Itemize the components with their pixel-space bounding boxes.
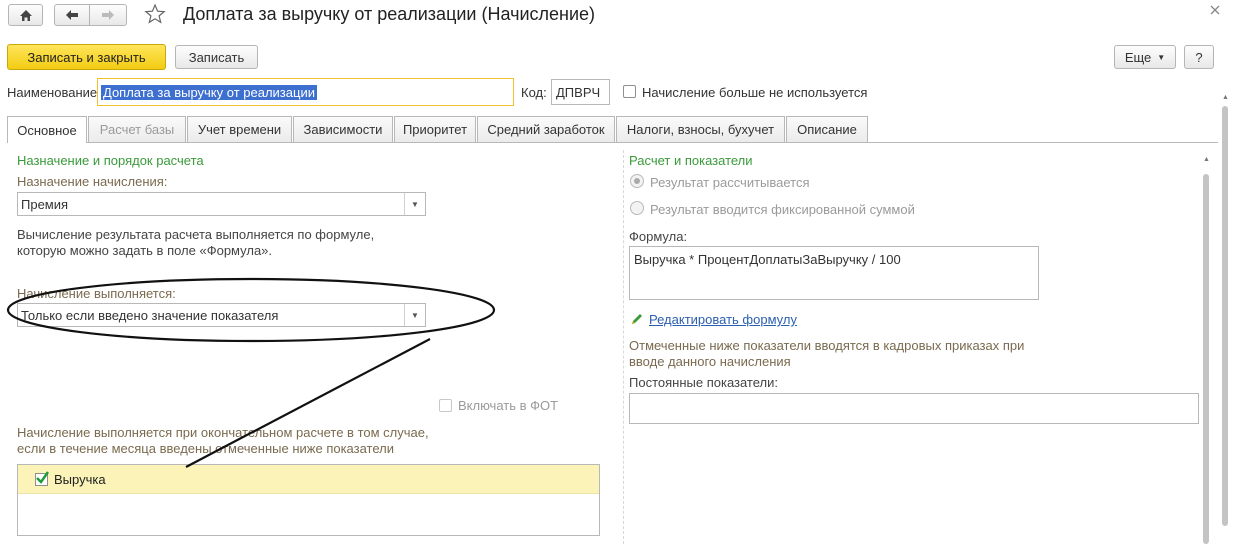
left-section-title: Назначение и порядок расчета <box>17 153 204 168</box>
window-title: Доплата за выручку от реализации (Начисл… <box>183 4 596 24</box>
code-value: ДПВРЧ <box>556 85 601 100</box>
purpose-label: Назначение начисления: <box>17 174 168 189</box>
close-button[interactable] <box>1209 4 1223 18</box>
home-button[interactable] <box>8 4 43 26</box>
not-used-label: Начисление больше не используется <box>642 85 868 100</box>
more-button[interactable]: Еще ▼ <box>1114 45 1176 69</box>
save-and-close-button[interactable]: Записать и закрыть <box>7 44 166 70</box>
tab-taxes[interactable]: Налоги, взносы, бухучет <box>616 116 785 142</box>
tab-time-accounting[interactable]: Учет времени <box>187 116 292 142</box>
formula-value: Выручка * ПроцентДоплатыЗаВыручку / 100 <box>634 252 901 267</box>
panel-divider <box>623 150 624 544</box>
purpose-select[interactable]: Премия ▼ <box>17 192 426 216</box>
scroll-up-icon[interactable]: ▲ <box>1222 94 1229 101</box>
forward-button[interactable] <box>89 4 127 26</box>
star-icon <box>144 3 166 24</box>
indicator-label: Выручка <box>54 472 106 487</box>
home-icon <box>19 9 32 21</box>
name-value: Доплата за выручку от реализации <box>101 85 317 100</box>
info-text-1: Начисление выполняется при окончательном… <box>17 425 429 440</box>
code-field[interactable]: ДПВРЧ <box>551 79 610 105</box>
const-label: Постоянные показатели: <box>629 375 778 390</box>
info-text-2: если в течение месяца введены отмеченные… <box>17 441 394 456</box>
formula-label: Формула: <box>629 229 688 244</box>
const-indicators-list[interactable] <box>629 393 1199 424</box>
right-section-title: Расчет и показатели <box>629 153 753 168</box>
tabs-baseline <box>7 142 1218 143</box>
formula-field[interactable]: Выручка * ПроцентДоплатыЗаВыручку / 100 <box>629 246 1039 300</box>
radio-calculated-label: Результат рассчитывается <box>650 175 810 190</box>
checkbox-checked-icon[interactable] <box>35 471 49 486</box>
name-field[interactable]: Доплата за выручку от реализации <box>97 78 514 106</box>
chevron-down-icon[interactable]: ▼ <box>404 304 425 326</box>
favorite-button[interactable] <box>144 3 168 27</box>
not-used-checkbox[interactable] <box>623 85 636 98</box>
chevron-down-icon[interactable]: ▼ <box>404 193 425 215</box>
purpose-value: Премия <box>21 197 69 212</box>
tab-average-earnings[interactable]: Средний заработок <box>477 116 615 142</box>
scroll-thumb[interactable] <box>1203 174 1209 544</box>
arrow-left-icon <box>66 10 78 20</box>
fot-checkbox[interactable] <box>439 399 452 412</box>
chevron-down-icon: ▼ <box>1157 52 1166 62</box>
list-item[interactable]: Выручка <box>18 465 599 494</box>
save-button[interactable]: Записать <box>175 45 258 69</box>
calc-note-2: которую можно задать в поле «Формула». <box>17 243 273 258</box>
tab-base-calc[interactable]: Расчет базы <box>88 116 186 142</box>
scroll-up-icon[interactable]: ▲ <box>1203 156 1210 163</box>
tab-dependencies[interactable]: Зависимости <box>293 116 393 142</box>
radio-dot-icon <box>634 178 640 184</box>
more-label: Еще <box>1124 49 1152 65</box>
hr-note-1: Отмеченные ниже показатели вводятся в ка… <box>629 338 1025 353</box>
tab-description[interactable]: Описание <box>786 116 868 142</box>
name-label: Наименование: <box>7 85 101 100</box>
edit-formula-link[interactable]: Редактировать формулу <box>649 312 797 327</box>
performed-value: Только если введено значение показателя <box>21 308 279 323</box>
indicators-list[interactable]: Выручка <box>17 464 600 536</box>
performed-select[interactable]: Только если введено значение показателя … <box>17 303 426 327</box>
pencil-icon <box>632 314 642 324</box>
tab-main[interactable]: Основное <box>7 116 87 143</box>
hr-note-2: вводе данного начисления <box>629 354 791 369</box>
performed-label: Начисление выполняется: <box>17 286 176 301</box>
back-button[interactable] <box>54 4 90 26</box>
arrow-right-icon <box>102 10 114 20</box>
help-button[interactable]: ? <box>1184 45 1214 69</box>
radio-fixed[interactable] <box>630 201 644 215</box>
radio-fixed-label: Результат вводится фиксированной суммой <box>650 202 915 217</box>
tab-priority[interactable]: Приоритет <box>394 116 476 142</box>
code-label: Код: <box>521 85 547 100</box>
form-scrollbar[interactable]: ▲ <box>1220 94 1230 544</box>
close-icon <box>1210 5 1220 15</box>
panel-scrollbar[interactable]: ▲ <box>1201 156 1211 544</box>
fot-label: Включать в ФОТ <box>458 398 559 413</box>
radio-calculated[interactable] <box>630 174 644 188</box>
calc-note-1: Вычисление результата расчета выполняетс… <box>17 227 375 242</box>
scroll-thumb[interactable] <box>1222 106 1228 526</box>
